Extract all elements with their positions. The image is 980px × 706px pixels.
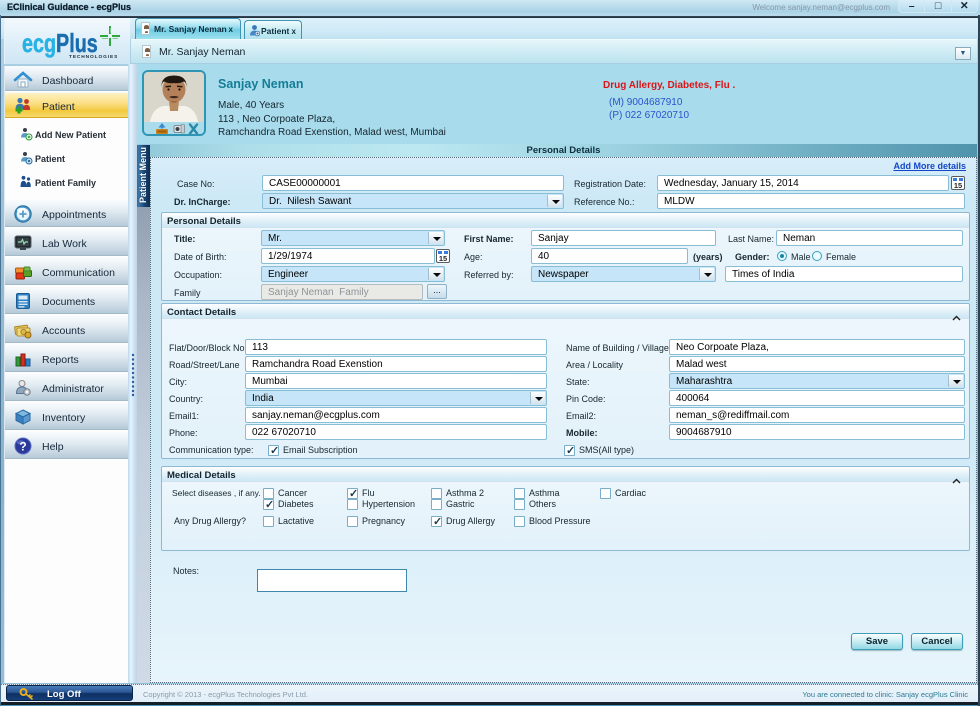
svg-text:?: ? — [19, 440, 26, 454]
